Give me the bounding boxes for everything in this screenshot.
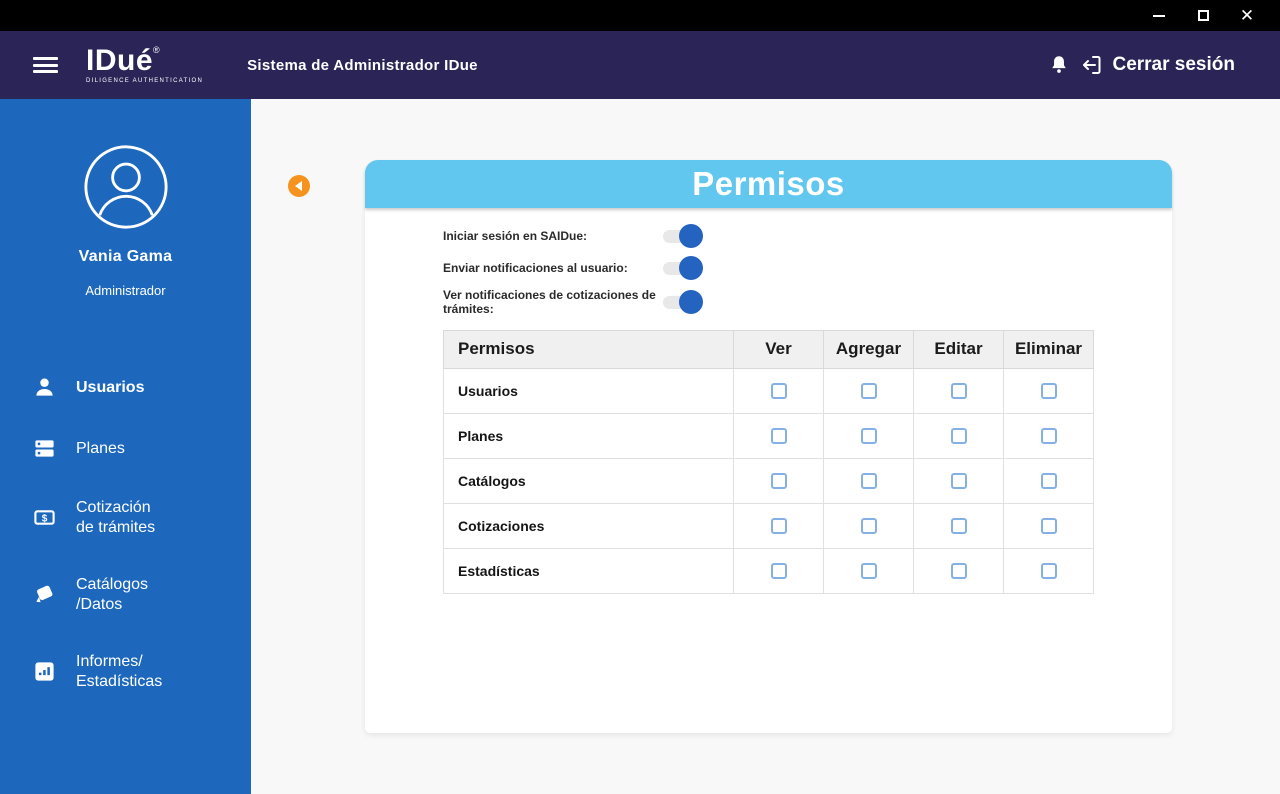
- checkbox-estadisticas-agregar[interactable]: [860, 562, 877, 579]
- close-button[interactable]: ✕: [1232, 4, 1262, 28]
- toggle-label: Enviar notificaciones al usuario:: [443, 260, 628, 275]
- column-header-editar: Editar: [913, 329, 1004, 369]
- toggle-label: Ver notificaciones de cotizaciones de tr…: [443, 288, 656, 317]
- sidebar-nav: Usuarios Planes $ Cotización de trámites…: [0, 376, 251, 691]
- checkbox-planes-agregar[interactable]: [860, 427, 877, 444]
- toggle-label: Iniciar sesión en SAIDue:: [443, 228, 588, 243]
- app-logo: IDué® DILIGENCE AUTHENTICATION: [86, 44, 204, 85]
- back-button[interactable]: [288, 175, 310, 197]
- table-row-estadisticas: Estadísticas: [443, 547, 1094, 594]
- sidebar-item-usuarios[interactable]: Usuarios: [33, 376, 251, 399]
- plans-icon: [35, 440, 54, 457]
- row-label: Catálogos: [443, 457, 734, 504]
- checkbox-estadisticas-editar[interactable]: [950, 562, 967, 579]
- row-label: Cotizaciones: [443, 502, 734, 549]
- sidebar: Vania Gama Administrador Usuarios Planes…: [0, 99, 251, 794]
- checkbox-cotizaciones-eliminar[interactable]: [1040, 517, 1057, 534]
- checkbox-planes-editar[interactable]: [950, 427, 967, 444]
- registered-mark: ®: [153, 45, 160, 55]
- app-subtitle: Sistema de Administrador IDue: [247, 56, 478, 74]
- row-label: Estadísticas: [443, 547, 734, 594]
- panel-header: Permisos: [365, 160, 1172, 208]
- row-label: Planes: [443, 412, 734, 459]
- minimize-icon: [1153, 14, 1165, 17]
- checkbox-catalogos-agregar[interactable]: [860, 472, 877, 489]
- user-avatar-icon: [83, 145, 168, 229]
- sidebar-item-planes[interactable]: Planes: [33, 437, 251, 460]
- checkbox-usuarios-eliminar[interactable]: [1040, 382, 1057, 399]
- sidebar-item-cotizacion-de-tramites[interactable]: $ Cotización de trámites: [33, 498, 251, 537]
- maximize-icon: [1197, 10, 1209, 21]
- checkbox-estadisticas-ver[interactable]: [770, 562, 787, 579]
- bar-chart-icon: [35, 662, 54, 681]
- checkbox-usuarios-editar[interactable]: [950, 382, 967, 399]
- main-content: Permisos Iniciar sesión en SAIDue: Envia…: [251, 99, 1280, 794]
- table-header-row: Permisos Ver Agregar Editar Eliminar: [443, 329, 1094, 369]
- toggle-knob: [679, 256, 703, 280]
- checkbox-cotizaciones-editar[interactable]: [950, 517, 967, 534]
- toggle-row-ver-notificaciones: Ver notificaciones de cotizaciones de tr…: [443, 288, 1172, 317]
- svg-text:$: $: [42, 513, 48, 524]
- column-header-eliminar: Eliminar: [1003, 329, 1094, 369]
- toggle-ver-notificaciones[interactable]: [663, 290, 703, 315]
- checkbox-cotizaciones-agregar[interactable]: [860, 517, 877, 534]
- column-header-agregar: Agregar: [823, 329, 914, 369]
- permissions-panel: Permisos Iniciar sesión en SAIDue: Envia…: [365, 160, 1172, 733]
- table-row-usuarios: Usuarios: [443, 367, 1094, 414]
- checkbox-catalogos-eliminar[interactable]: [1040, 472, 1057, 489]
- sidebar-item-catalogos-datos[interactable]: Catálogos /Datos: [33, 575, 251, 614]
- checkbox-catalogos-ver[interactable]: [770, 472, 787, 489]
- catalogs-icon: [36, 585, 53, 603]
- toggle-knob: [679, 290, 703, 315]
- table-row-catalogos: Catálogos: [443, 457, 1094, 504]
- close-icon: ✕: [1239, 6, 1255, 25]
- app-header: IDué® DILIGENCE AUTHENTICATION Sistema d…: [0, 31, 1280, 99]
- checkbox-estadisticas-eliminar[interactable]: [1040, 562, 1057, 579]
- os-title-bar: ✕: [0, 0, 1280, 31]
- permissions-table: Permisos Ver Agregar Editar Eliminar Usu…: [443, 329, 1094, 594]
- money-quote-icon: $: [34, 510, 55, 525]
- toggle-iniciar-sesion[interactable]: [663, 224, 703, 248]
- minimize-button[interactable]: [1144, 4, 1174, 28]
- checkbox-usuarios-agregar[interactable]: [860, 382, 877, 399]
- sidebar-item-informes-estadisticas[interactable]: Informes/ Estadísticas: [33, 652, 251, 691]
- checkbox-planes-eliminar[interactable]: [1040, 427, 1057, 444]
- logo-tagline: DILIGENCE AUTHENTICATION: [86, 78, 204, 84]
- checkbox-planes-ver[interactable]: [770, 427, 787, 444]
- hamburger-menu-icon[interactable]: [33, 57, 58, 73]
- back-arrow-icon: [294, 181, 302, 191]
- toggle-row-iniciar-sesion: Iniciar sesión en SAIDue:: [443, 224, 1172, 248]
- table-row-planes: Planes: [443, 412, 1094, 459]
- logout-button[interactable]: Cerrar sesión: [1112, 54, 1235, 76]
- checkbox-cotizaciones-ver[interactable]: [770, 517, 787, 534]
- checkbox-usuarios-ver[interactable]: [770, 382, 787, 399]
- toggle-enviar-notificaciones[interactable]: [663, 256, 703, 280]
- maximize-button[interactable]: [1188, 4, 1218, 28]
- column-header-permisos: Permisos: [443, 329, 734, 369]
- panel-title: Permisos: [692, 165, 845, 202]
- user-name: Vania Gama: [78, 248, 173, 265]
- logo-text: IDué: [86, 44, 154, 77]
- user-role: Administrador: [85, 283, 166, 298]
- table-row-cotizaciones: Cotizaciones: [443, 502, 1094, 549]
- column-header-ver: Ver: [733, 329, 824, 369]
- toggle-knob: [679, 224, 703, 248]
- toggle-row-enviar-notificaciones: Enviar notificaciones al usuario:: [443, 256, 1172, 280]
- logout-icon[interactable]: [1080, 53, 1104, 77]
- row-label: Usuarios: [443, 367, 734, 414]
- checkbox-catalogos-editar[interactable]: [950, 472, 967, 489]
- panel-body: Iniciar sesión en SAIDue: Enviar notific…: [365, 208, 1172, 733]
- notifications-bell-icon[interactable]: [1048, 53, 1070, 77]
- users-icon: [36, 378, 53, 396]
